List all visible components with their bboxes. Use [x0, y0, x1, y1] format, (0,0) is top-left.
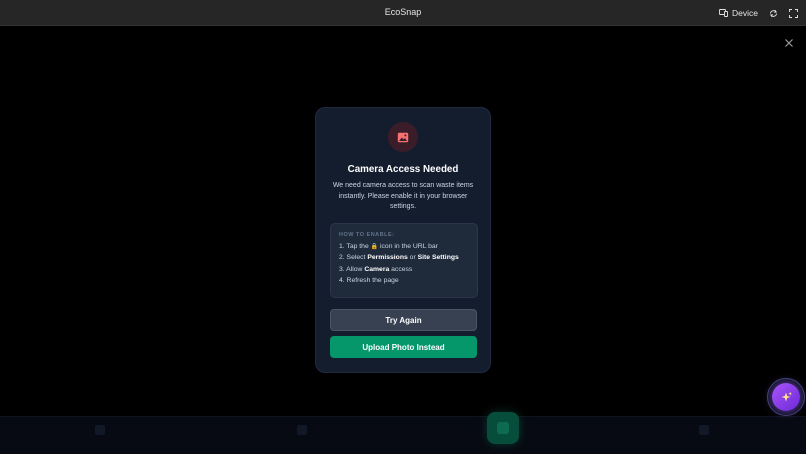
rotate-button[interactable] — [768, 8, 778, 18]
scan-icon — [497, 422, 509, 434]
titlebar-actions: Device — [719, 6, 798, 20]
nav-item-profile[interactable] — [684, 425, 724, 439]
image-icon — [397, 132, 409, 142]
try-again-button[interactable]: Try Again — [330, 309, 477, 331]
camera-permission-dialog: Camera Access Needed We need camera acce… — [315, 107, 491, 373]
step-2: 2. Select Permissions or Site Settings — [339, 254, 459, 261]
step-4: 4. Refresh the page — [339, 277, 399, 284]
upload-photo-button[interactable]: Upload Photo Instead — [330, 336, 477, 358]
fullscreen-button[interactable] — [788, 8, 798, 18]
fullscreen-icon — [788, 8, 798, 18]
device-label: Device — [732, 8, 758, 18]
profile-icon — [699, 425, 709, 435]
how-to-enable-panel: HOW TO ENABLE: 1. Tap the 🔒 icon in the … — [330, 223, 478, 298]
nav-item-history[interactable] — [282, 425, 322, 439]
scan-button[interactable] — [487, 412, 519, 444]
step-3: 3. Allow Camera access — [339, 265, 413, 273]
rotate-icon — [769, 9, 777, 17]
lock-icon: 🔒 — [370, 243, 379, 250]
camera-status-badge — [388, 122, 418, 152]
window-titlebar: EcoSnap Device — [0, 0, 806, 26]
dialog-description: We need camera access to scan waste item… — [332, 182, 474, 210]
dialog-title: Camera Access Needed — [347, 164, 459, 175]
monitor-phone-icon — [719, 9, 728, 17]
app-title: EcoSnap — [384, 7, 422, 17]
ai-assistant-button[interactable] — [772, 383, 800, 411]
home-icon — [95, 425, 105, 435]
sparkles-icon — [781, 391, 792, 401]
bottom-navigation — [0, 416, 806, 454]
step-1: 1. Tap the 🔒 icon in the URL bar — [339, 242, 438, 250]
device-toggle-button[interactable]: Device — [719, 8, 758, 18]
close-button[interactable] — [783, 36, 795, 48]
close-icon — [785, 39, 793, 47]
nav-item-home[interactable] — [80, 425, 120, 439]
history-icon — [297, 425, 307, 435]
how-to-enable-title: HOW TO ENABLE: — [339, 232, 395, 238]
